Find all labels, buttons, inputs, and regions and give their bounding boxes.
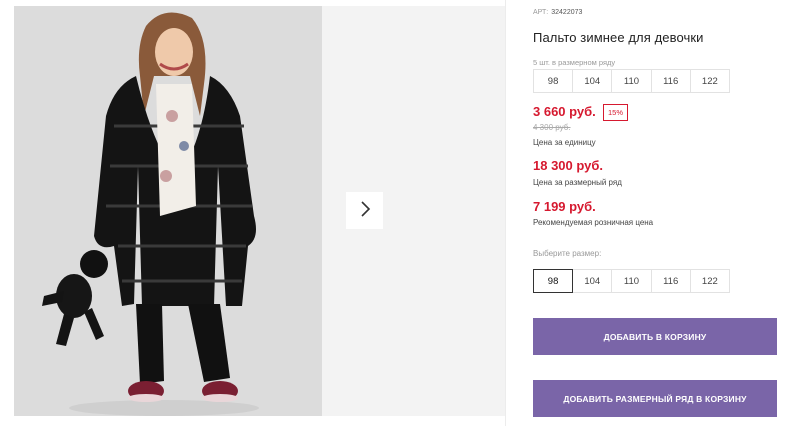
size-option-122[interactable]: 122 bbox=[689, 269, 730, 293]
series-size-cell: 122 bbox=[689, 69, 730, 93]
column-divider bbox=[505, 0, 506, 426]
unit-price-label: Цена за единицу bbox=[533, 138, 596, 147]
series-size-cell: 110 bbox=[611, 69, 652, 93]
add-series-to-cart-button[interactable]: ДОБАВИТЬ РАЗМЕРНЫЙ РЯД В КОРЗИНУ bbox=[533, 380, 777, 417]
retail-price-label: Рекомендуемая розничная цена bbox=[533, 218, 654, 227]
old-price: 4 300 руб. bbox=[533, 123, 571, 132]
unit-price: 3 660 руб. bbox=[533, 104, 596, 119]
size-picker: 98 104 110 116 122 bbox=[533, 269, 730, 293]
gallery-next-button[interactable] bbox=[346, 192, 383, 229]
size-option-98[interactable]: 98 bbox=[533, 269, 574, 293]
product-gallery bbox=[14, 6, 505, 416]
article-label: АРТ: bbox=[533, 9, 549, 16]
chevron-right-icon bbox=[359, 201, 371, 220]
series-price: 18 300 руб. bbox=[533, 158, 604, 173]
size-picker-label: Выберите размер: bbox=[533, 249, 602, 258]
series-size-cell: 98 bbox=[533, 69, 574, 93]
size-option-110[interactable]: 110 bbox=[611, 269, 652, 293]
retail-price: 7 199 руб. bbox=[533, 199, 596, 214]
size-option-116[interactable]: 116 bbox=[650, 269, 691, 293]
series-size-list: 98 104 110 116 122 bbox=[533, 69, 730, 93]
product-title: Пальто зимнее для девочки bbox=[533, 30, 704, 45]
series-note: 5 шт. в размерном ряду bbox=[533, 58, 616, 67]
size-option-104[interactable]: 104 bbox=[572, 269, 613, 293]
series-size-cell: 116 bbox=[650, 69, 691, 93]
series-size-cell: 104 bbox=[572, 69, 613, 93]
discount-badge: 15% bbox=[603, 104, 629, 121]
series-price-label: Цена за размерный ряд bbox=[533, 178, 622, 187]
article-line: АРТ: 32422073 bbox=[533, 9, 582, 16]
add-to-cart-button[interactable]: ДОБАВИТЬ В КОРЗИНУ bbox=[533, 318, 777, 355]
product-photo[interactable] bbox=[14, 6, 322, 416]
article-number: 32422073 bbox=[551, 9, 583, 16]
